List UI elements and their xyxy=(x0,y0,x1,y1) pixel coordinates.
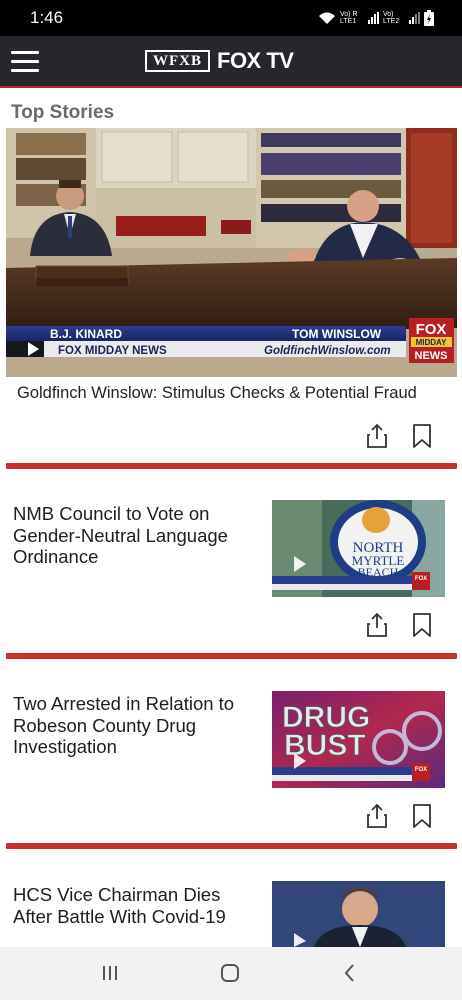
story-thumbnail[interactable]: NORTH MYRTLE BEACH FOX xyxy=(272,500,445,597)
share-icon[interactable] xyxy=(366,423,388,449)
story-title[interactable]: Two Arrested in Relation to Robeson Coun… xyxy=(13,693,258,758)
hero-video-thumbnail[interactable]: B.J. KINARD TOM WINSLOW FOX MIDDAY NEWS … xyxy=(6,128,457,377)
system-nav-bar xyxy=(0,947,462,1000)
status-bar: 1:46 Vo) R LTE1 Vo) LTE2 xyxy=(0,0,462,36)
section-title: Top Stories xyxy=(11,102,115,123)
bookmark-icon[interactable] xyxy=(411,423,433,449)
header-accent-line xyxy=(0,86,462,88)
story-thumbnail-image xyxy=(272,881,445,947)
hero-video-image: B.J. KINARD TOM WINSLOW FOX MIDDAY NEWS … xyxy=(6,128,457,377)
signal-icon xyxy=(368,12,379,24)
story-divider xyxy=(6,463,457,469)
logo-station-text: WFXB xyxy=(145,50,210,72)
fox-bug-middle: MIDDAY xyxy=(416,338,447,347)
story-thumbnail[interactable]: DRUG BUST FOX xyxy=(272,691,445,788)
wifi-icon xyxy=(319,12,335,24)
station-logo: WFXB FOX TV xyxy=(145,48,294,73)
fox-bug-top: FOX xyxy=(416,321,447,338)
story-thumbnail[interactable] xyxy=(272,881,445,947)
lower-third-right-name: TOM WINSLOW xyxy=(292,327,382,341)
status-icons: Vo) R LTE1 Vo) LTE2 xyxy=(318,9,434,27)
thumb-bug: FOX xyxy=(415,767,427,773)
story-title[interactable]: HCS Vice Chairman Dies After Battle With… xyxy=(13,884,258,927)
story-thumbnail-image: DRUG BUST FOX xyxy=(272,691,445,788)
bookmark-icon[interactable] xyxy=(411,612,433,638)
status-time: 1:46 xyxy=(30,8,64,27)
signal-icon-2 xyxy=(409,12,420,24)
lower-third-left-name: B.J. KINARD xyxy=(50,327,122,341)
bookmark-icon[interactable] xyxy=(411,803,433,829)
hamburger-menu-icon[interactable] xyxy=(11,51,39,73)
back-icon[interactable] xyxy=(337,961,363,985)
story-title[interactable]: NMB Council to Vote on Gender-Neutral La… xyxy=(13,503,258,568)
lower-third-show: FOX MIDDAY NEWS xyxy=(58,345,167,357)
lower-third-website: GoldfinchWinslow.com xyxy=(264,345,391,357)
hero-story-title[interactable]: Goldfinch Winslow: Stimulus Checks & Pot… xyxy=(17,384,417,403)
home-icon[interactable] xyxy=(217,961,243,985)
app-screen: 1:46 Vo) R LTE1 Vo) LTE2 WFXB FOX TV Top… xyxy=(0,0,462,1000)
share-icon[interactable] xyxy=(366,612,388,638)
story-divider xyxy=(6,843,457,849)
story-thumbnail-image: NORTH MYRTLE BEACH FOX xyxy=(272,500,445,597)
battery-icon xyxy=(424,10,434,26)
share-icon[interactable] xyxy=(366,803,388,829)
recent-apps-icon[interactable] xyxy=(97,961,123,985)
logo-brand-text: FOX TV xyxy=(217,48,294,73)
network-label-1: Vo) R LTE1 xyxy=(340,11,358,25)
network-label-2: Vo) LTE2 xyxy=(383,11,400,25)
story-divider xyxy=(6,653,457,659)
thumb-bug: FOX xyxy=(415,576,427,582)
fox-bug-bottom: NEWS xyxy=(415,350,448,362)
